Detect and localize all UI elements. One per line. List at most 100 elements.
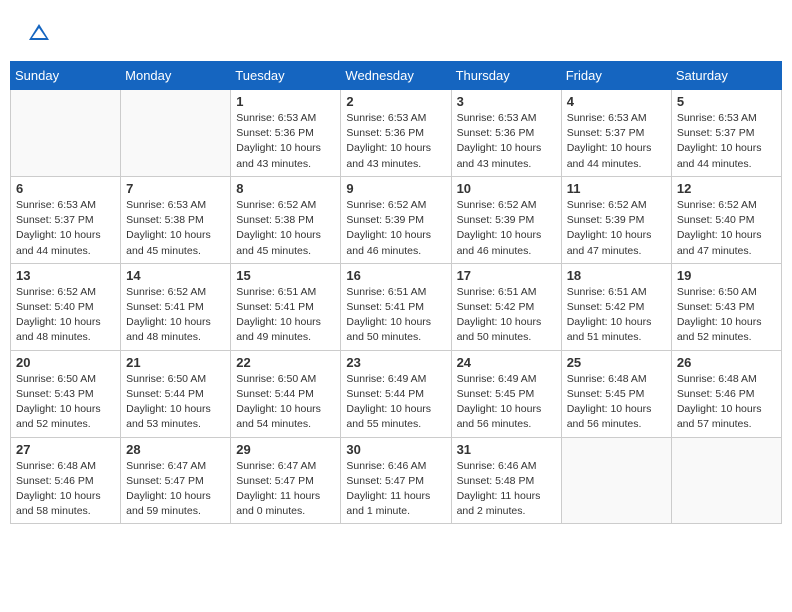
day-info: Sunrise: 6:52 AMSunset: 5:40 PMDaylight:… — [677, 198, 776, 259]
weekday-header: Friday — [561, 62, 671, 90]
calendar-day-cell: 18 Sunrise: 6:51 AMSunset: 5:42 PMDayligh… — [561, 263, 671, 350]
day-number: 8 — [236, 181, 335, 196]
weekday-header: Monday — [121, 62, 231, 90]
day-number: 10 — [457, 181, 556, 196]
day-info: Sunrise: 6:48 AMSunset: 5:46 PMDaylight:… — [16, 459, 115, 520]
day-number: 5 — [677, 94, 776, 109]
day-number: 14 — [126, 268, 225, 283]
day-number: 20 — [16, 355, 115, 370]
day-info: Sunrise: 6:53 AMSunset: 5:37 PMDaylight:… — [16, 198, 115, 259]
day-number: 15 — [236, 268, 335, 283]
calendar-day-cell: 3 Sunrise: 6:53 AMSunset: 5:36 PMDaylight… — [451, 90, 561, 177]
page-header — [10, 10, 782, 53]
day-info: Sunrise: 6:50 AMSunset: 5:44 PMDaylight:… — [126, 372, 225, 433]
day-number: 23 — [346, 355, 445, 370]
calendar-week-row: 27Sunrise: 6:48 AMSunset: 5:46 PMDayligh… — [11, 437, 782, 524]
day-number: 7 — [126, 181, 225, 196]
logo-icon — [25, 20, 53, 48]
day-info: Sunrise: 6:46 AMSunset: 5:47 PMDaylight:… — [346, 459, 445, 520]
day-info: Sunrise: 6:51 AMSunset: 5:41 PMDaylight:… — [346, 285, 445, 346]
day-number: 22 — [236, 355, 335, 370]
calendar-day-cell: 12 Sunrise: 6:52 AMSunset: 5:40 PMDayligh… — [671, 176, 781, 263]
weekday-header: Sunday — [11, 62, 121, 90]
day-info: Sunrise: 6:47 AMSunset: 5:47 PMDaylight:… — [126, 459, 225, 520]
day-number: 21 — [126, 355, 225, 370]
calendar-day-cell: 16 Sunrise: 6:51 AMSunset: 5:41 PMDayligh… — [341, 263, 451, 350]
calendar-day-cell: 20 Sunrise: 6:50 AMSunset: 5:43 PMDayligh… — [11, 350, 121, 437]
calendar-day-cell: 4 Sunrise: 6:53 AMSunset: 5:37 PMDaylight… — [561, 90, 671, 177]
weekday-header: Tuesday — [231, 62, 341, 90]
day-number: 6 — [16, 181, 115, 196]
day-info: Sunrise: 6:53 AMSunset: 5:37 PMDaylight:… — [677, 111, 776, 172]
logo — [25, 20, 57, 48]
calendar-day-cell: 31 Sunrise: 6:46 AMSunset: 5:48 PMDayligh… — [451, 437, 561, 524]
calendar-day-cell: 8 Sunrise: 6:52 AMSunset: 5:38 PMDaylight… — [231, 176, 341, 263]
day-number: 3 — [457, 94, 556, 109]
calendar-day-cell: 14 Sunrise: 6:52 AMSunset: 5:41 PMDayligh… — [121, 263, 231, 350]
day-info: Sunrise: 6:49 AMSunset: 5:45 PMDaylight:… — [457, 372, 556, 433]
day-info: Sunrise: 6:50 AMSunset: 5:44 PMDaylight:… — [236, 372, 335, 433]
calendar: SundayMondayTuesdayWednesdayThursdayFrid… — [10, 61, 782, 524]
calendar-week-row: 6 Sunrise: 6:53 AMSunset: 5:37 PMDaylight… — [11, 176, 782, 263]
day-number: 16 — [346, 268, 445, 283]
calendar-day-cell: 22 Sunrise: 6:50 AMSunset: 5:44 PMDayligh… — [231, 350, 341, 437]
calendar-day-cell: 7 Sunrise: 6:53 AMSunset: 5:38 PMDaylight… — [121, 176, 231, 263]
day-info: Sunrise: 6:51 AMSunset: 5:41 PMDaylight:… — [236, 285, 335, 346]
calendar-day-cell: 23Sunrise: 6:49 AMSunset: 5:44 PMDayligh… — [341, 350, 451, 437]
calendar-day-cell — [121, 90, 231, 177]
day-number: 12 — [677, 181, 776, 196]
calendar-day-cell: 25 Sunrise: 6:48 AMSunset: 5:45 PMDayligh… — [561, 350, 671, 437]
weekday-header: Saturday — [671, 62, 781, 90]
day-info: Sunrise: 6:48 AMSunset: 5:45 PMDaylight:… — [567, 372, 666, 433]
day-number: 13 — [16, 268, 115, 283]
day-number: 18 — [567, 268, 666, 283]
day-number: 19 — [677, 268, 776, 283]
calendar-day-cell: 30 Sunrise: 6:46 AMSunset: 5:47 PMDayligh… — [341, 437, 451, 524]
calendar-day-cell: 15 Sunrise: 6:51 AMSunset: 5:41 PMDayligh… — [231, 263, 341, 350]
calendar-day-cell: 29Sunrise: 6:47 AMSunset: 5:47 PMDayligh… — [231, 437, 341, 524]
day-info: Sunrise: 6:52 AMSunset: 5:38 PMDaylight:… — [236, 198, 335, 259]
day-info: Sunrise: 6:51 AMSunset: 5:42 PMDaylight:… — [457, 285, 556, 346]
day-number: 31 — [457, 442, 556, 457]
calendar-day-cell — [11, 90, 121, 177]
calendar-day-cell: 21 Sunrise: 6:50 AMSunset: 5:44 PMDayligh… — [121, 350, 231, 437]
calendar-day-cell: 27Sunrise: 6:48 AMSunset: 5:46 PMDayligh… — [11, 437, 121, 524]
calendar-header-row: SundayMondayTuesdayWednesdayThursdayFrid… — [11, 62, 782, 90]
day-info: Sunrise: 6:53 AMSunset: 5:36 PMDaylight:… — [457, 111, 556, 172]
day-info: Sunrise: 6:51 AMSunset: 5:42 PMDaylight:… — [567, 285, 666, 346]
calendar-day-cell: 5 Sunrise: 6:53 AMSunset: 5:37 PMDaylight… — [671, 90, 781, 177]
day-info: Sunrise: 6:50 AMSunset: 5:43 PMDaylight:… — [677, 285, 776, 346]
day-info: Sunrise: 6:53 AMSunset: 5:38 PMDaylight:… — [126, 198, 225, 259]
day-info: Sunrise: 6:50 AMSunset: 5:43 PMDaylight:… — [16, 372, 115, 433]
calendar-day-cell: 9Sunrise: 6:52 AMSunset: 5:39 PMDaylight… — [341, 176, 451, 263]
day-number: 9 — [346, 181, 445, 196]
day-number: 2 — [346, 94, 445, 109]
day-info: Sunrise: 6:53 AMSunset: 5:37 PMDaylight:… — [567, 111, 666, 172]
day-number: 30 — [346, 442, 445, 457]
calendar-week-row: 20 Sunrise: 6:50 AMSunset: 5:43 PMDayligh… — [11, 350, 782, 437]
day-info: Sunrise: 6:52 AMSunset: 5:39 PMDaylight:… — [457, 198, 556, 259]
calendar-week-row: 1 Sunrise: 6:53 AMSunset: 5:36 PMDaylight… — [11, 90, 782, 177]
day-number: 17 — [457, 268, 556, 283]
day-info: Sunrise: 6:47 AMSunset: 5:47 PMDaylight:… — [236, 459, 335, 520]
calendar-day-cell — [671, 437, 781, 524]
day-info: Sunrise: 6:52 AMSunset: 5:41 PMDaylight:… — [126, 285, 225, 346]
calendar-day-cell: 13Sunrise: 6:52 AMSunset: 5:40 PMDayligh… — [11, 263, 121, 350]
day-info: Sunrise: 6:46 AMSunset: 5:48 PMDaylight:… — [457, 459, 556, 520]
day-info: Sunrise: 6:53 AMSunset: 5:36 PMDaylight:… — [346, 111, 445, 172]
day-info: Sunrise: 6:48 AMSunset: 5:46 PMDaylight:… — [677, 372, 776, 433]
day-number: 4 — [567, 94, 666, 109]
day-info: Sunrise: 6:52 AMSunset: 5:39 PMDaylight:… — [567, 198, 666, 259]
calendar-day-cell: 28 Sunrise: 6:47 AMSunset: 5:47 PMDayligh… — [121, 437, 231, 524]
day-number: 28 — [126, 442, 225, 457]
day-number: 25 — [567, 355, 666, 370]
calendar-day-cell: 17 Sunrise: 6:51 AMSunset: 5:42 PMDayligh… — [451, 263, 561, 350]
weekday-header: Wednesday — [341, 62, 451, 90]
day-number: 1 — [236, 94, 335, 109]
calendar-day-cell: 1 Sunrise: 6:53 AMSunset: 5:36 PMDaylight… — [231, 90, 341, 177]
weekday-header: Thursday — [451, 62, 561, 90]
calendar-day-cell: 11Sunrise: 6:52 AMSunset: 5:39 PMDayligh… — [561, 176, 671, 263]
day-info: Sunrise: 6:53 AMSunset: 5:36 PMDaylight:… — [236, 111, 335, 172]
calendar-week-row: 13Sunrise: 6:52 AMSunset: 5:40 PMDayligh… — [11, 263, 782, 350]
calendar-day-cell: 19 Sunrise: 6:50 AMSunset: 5:43 PMDayligh… — [671, 263, 781, 350]
